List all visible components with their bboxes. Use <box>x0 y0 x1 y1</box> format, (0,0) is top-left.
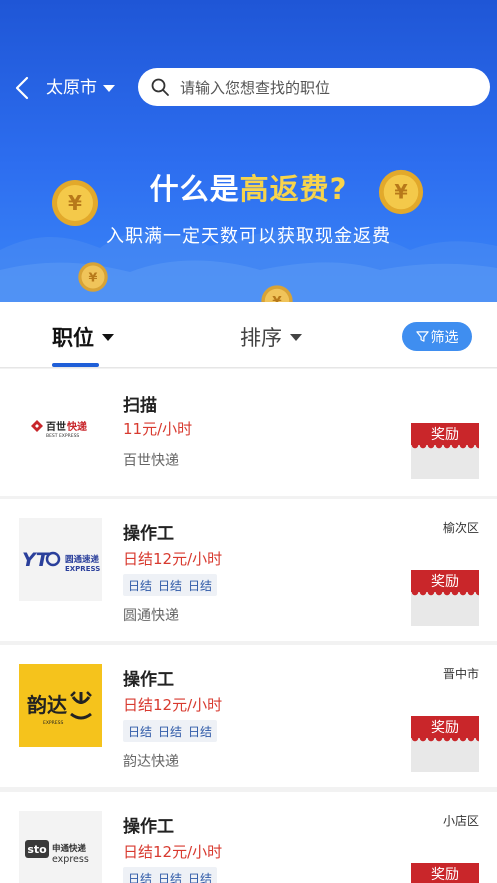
svg-text:BEST EXPRESS: BEST EXPRESS <box>46 433 79 439</box>
company-logo: YT 圆通速递 EXPRESS <box>19 518 102 601</box>
headline-highlight: 高返费? <box>239 172 348 206</box>
tab-sort[interactable]: 排序 <box>240 322 302 352</box>
job-tag: 日结 <box>128 724 153 739</box>
company-logo: 百世 快递 BEST EXPRESS <box>19 389 102 472</box>
job-title: 操作工 <box>123 817 174 837</box>
svg-text:申通快递: 申通快递 <box>52 843 87 854</box>
job-card[interactable]: YT 圆通速递 EXPRESS 操作工 日结12元/小时 日结 日结 日结 圆通… <box>0 499 497 641</box>
svg-text:快递: 快递 <box>66 420 87 433</box>
caret-down-icon <box>290 333 302 341</box>
filter-tabs: 职位 排序 筛选 <box>0 302 497 368</box>
job-title: 扫描 <box>123 396 157 416</box>
funnel-icon <box>415 331 429 342</box>
ticket-notch <box>411 738 479 744</box>
job-district: 榆次区 <box>442 521 479 535</box>
svg-text:EXPRESS: EXPRESS <box>65 565 100 573</box>
tab-position-label: 职位 <box>52 326 94 350</box>
job-tag: 日结 <box>128 871 153 883</box>
job-tags: 日结 日结 日结 <box>123 867 218 883</box>
svg-text:圆通速递: 圆通速递 <box>65 554 100 565</box>
promo-banner[interactable]: 太原市 请输入您想查找的职位 ¥ ¥ ¥ ¥ 什么是高返费? 入职满一定天数可以… <box>0 0 497 302</box>
job-tags: 日结 日结 日结 <box>123 720 218 742</box>
tab-sort-label: 排序 <box>240 326 282 350</box>
tab-position[interactable]: 职位 <box>52 322 114 352</box>
reward-label: 奖励 <box>411 423 479 445</box>
best-express-logo: 百世 快递 BEST EXPRESS <box>31 420 87 439</box>
reward-button[interactable]: 奖励 <box>411 570 479 626</box>
job-tag: 日结 <box>158 578 183 593</box>
back-button[interactable] <box>12 74 34 102</box>
svg-text:EXPRESS: EXPRESS <box>43 720 63 726</box>
svg-text:express: express <box>52 854 89 865</box>
active-tab-indicator <box>52 363 99 367</box>
reward-button[interactable]: 奖励 <box>411 863 479 883</box>
sto-express-logo: sto 申通快递 express <box>25 840 89 865</box>
job-tag: 日结 <box>128 578 153 593</box>
job-title: 操作工 <box>123 670 174 690</box>
caret-down-icon <box>103 84 115 92</box>
headline-prefix: 什么是 <box>149 172 240 206</box>
svg-text:sto: sto <box>27 843 47 856</box>
job-pay: 11元/小时 <box>123 420 193 438</box>
job-district: 晋中市 <box>442 667 479 681</box>
mountain-background <box>0 230 497 302</box>
filter-button[interactable]: 筛选 <box>402 322 472 351</box>
reward-label: 奖励 <box>411 863 479 883</box>
yuan-coin-icon: ¥ <box>78 262 108 292</box>
banner-headline: 什么是高返费? <box>0 166 497 208</box>
ticket-notch <box>411 445 479 451</box>
job-tag: 日结 <box>158 724 183 739</box>
city-label: 太原市 <box>46 78 97 98</box>
svg-text:¥: ¥ <box>89 270 98 285</box>
job-pay: 日结12元/小时 <box>123 843 223 861</box>
job-tag: 日结 <box>158 871 183 883</box>
job-pay: 日结12元/小时 <box>123 696 223 714</box>
job-card[interactable]: sto 申通快递 express 操作工 日结12元/小时 日结 日结 日结 小… <box>0 792 497 883</box>
reward-label: 奖励 <box>411 716 479 738</box>
svg-text:百世: 百世 <box>46 420 66 433</box>
yunda-express-logo: 韵达 EXPRESS <box>27 691 92 726</box>
svg-text:韵达: 韵达 <box>27 693 67 717</box>
company-logo: 韵达 EXPRESS <box>19 664 102 747</box>
city-selector[interactable]: 太原市 <box>46 76 115 100</box>
reward-button[interactable]: 奖励 <box>411 716 479 772</box>
job-tag: 日结 <box>188 871 213 883</box>
search-input[interactable]: 请输入您想查找的职位 <box>138 68 490 106</box>
caret-down-icon <box>102 333 114 341</box>
search-icon <box>151 78 169 96</box>
job-tag: 日结 <box>188 578 213 593</box>
filter-label: 筛选 <box>430 329 459 346</box>
banner-subtitle: 入职满一定天数可以获取现金返费 <box>106 226 391 247</box>
yto-express-logo: YT 圆通速递 EXPRESS <box>22 549 100 573</box>
job-company: 圆通快递 <box>123 608 179 624</box>
reward-button[interactable]: 奖励 <box>411 423 479 479</box>
job-card[interactable]: 百世 快递 BEST EXPRESS 扫描 11元/小时 百世快递 奖励 <box>0 369 497 496</box>
job-title: 操作工 <box>123 524 174 544</box>
job-company: 百世快递 <box>123 453 179 469</box>
search-placeholder: 请输入您想查找的职位 <box>180 78 331 97</box>
top-bar: 太原市 请输入您想查找的职位 <box>0 66 497 110</box>
yuan-coin-icon: ¥ <box>261 285 293 302</box>
reward-label: 奖励 <box>411 570 479 592</box>
job-tag: 日结 <box>188 724 213 739</box>
ticket-notch <box>411 592 479 598</box>
svg-text:¥: ¥ <box>272 294 282 302</box>
chevron-left-icon <box>15 76 29 100</box>
job-tags: 日结 日结 日结 <box>123 574 218 596</box>
job-pay: 日结12元/小时 <box>123 550 223 568</box>
job-company: 韵达快递 <box>123 754 179 770</box>
job-card[interactable]: 韵达 EXPRESS 操作工 日结12元/小时 日结 日结 日结 韵达快递 晋中… <box>0 645 497 787</box>
company-logo: sto 申通快递 express <box>19 811 102 883</box>
job-district: 小店区 <box>442 814 479 828</box>
